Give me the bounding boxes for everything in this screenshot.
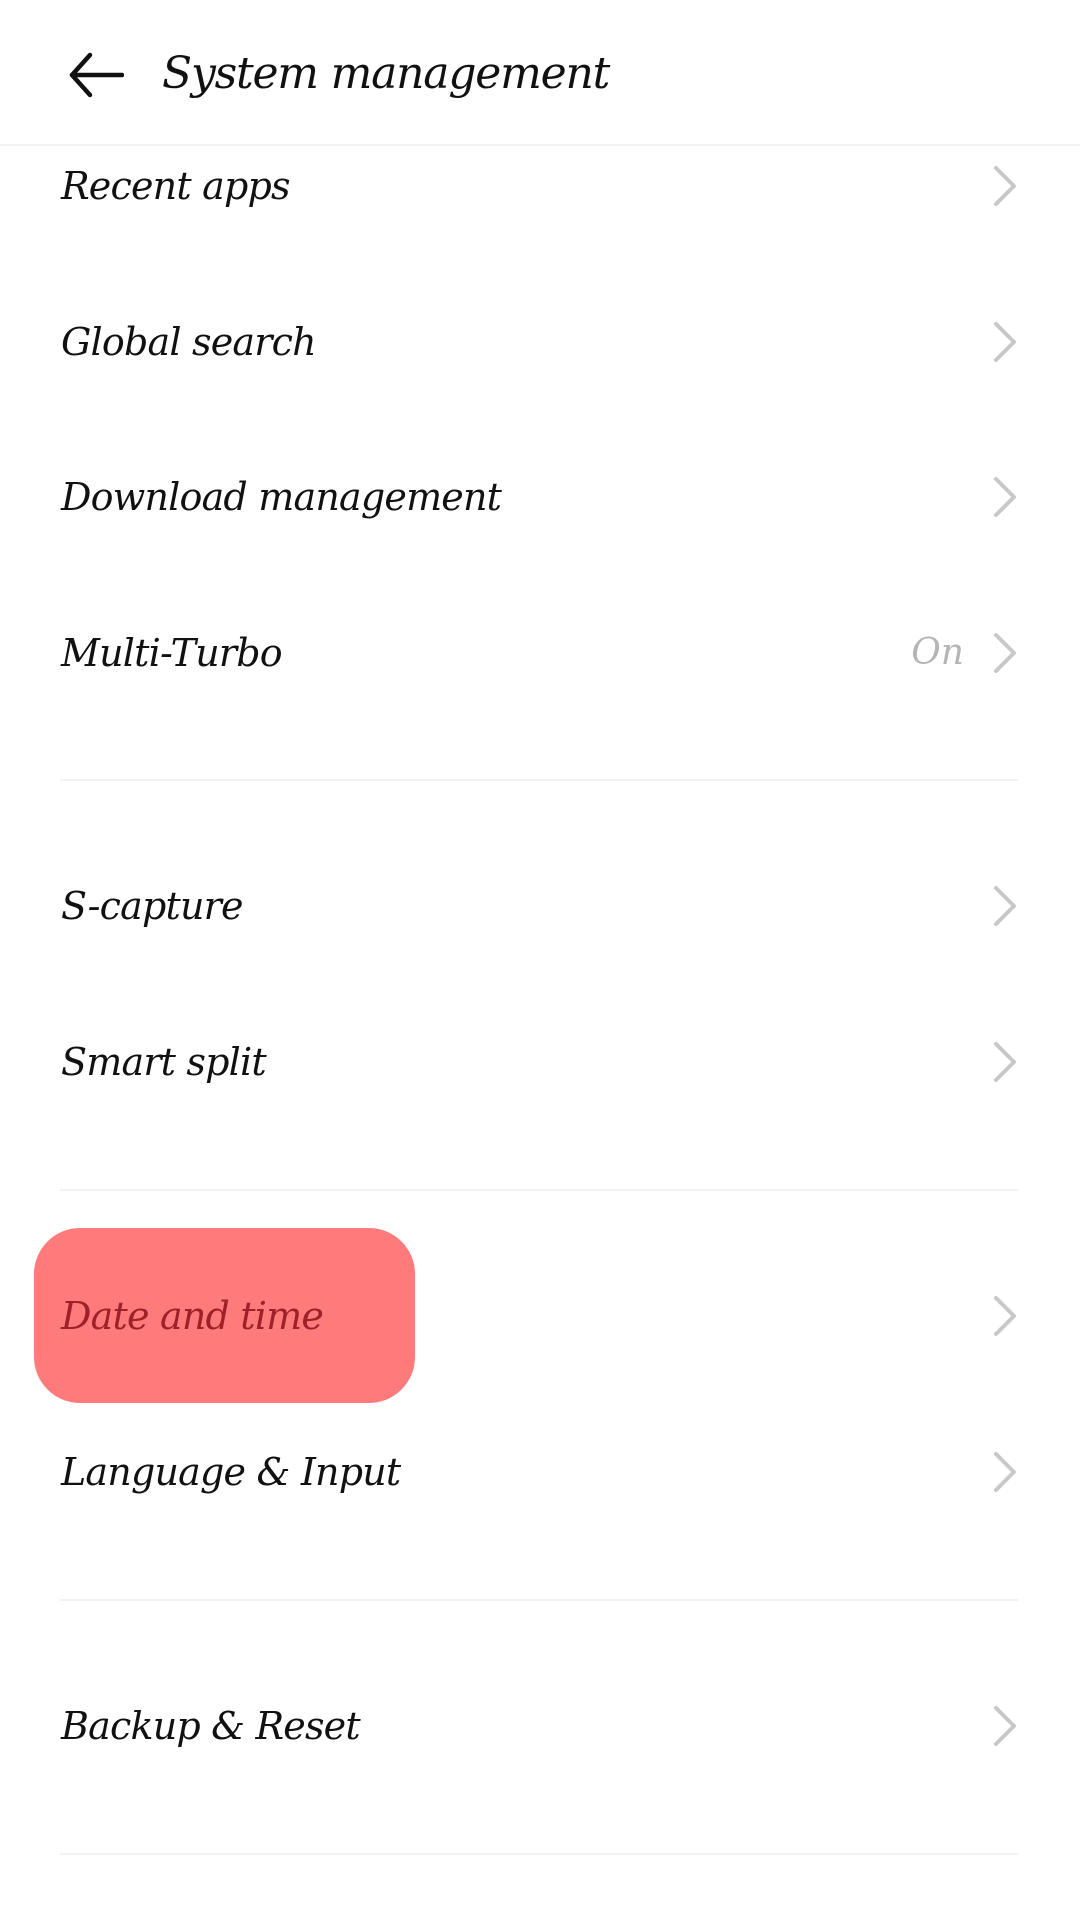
- chevron-right-icon: [994, 322, 1016, 362]
- list-item-s-capture[interactable]: S-capture: [0, 836, 1080, 976]
- chevron-right-icon: [994, 633, 1016, 673]
- chevron-right-icon: [994, 1296, 1016, 1336]
- section-divider: [60, 779, 1018, 781]
- list-item-label: Recent apps: [61, 164, 291, 208]
- settings-list: Recent apps Global search Download manag…: [0, 0, 1080, 1920]
- list-item-label: Backup & Reset: [61, 1704, 361, 1748]
- chevron-right-icon: [994, 886, 1016, 926]
- list-item-global-search[interactable]: Global search: [0, 272, 1080, 412]
- status-value: On: [911, 632, 964, 673]
- chevron-right-icon: [994, 1042, 1016, 1082]
- list-item-label: Multi-Turbo: [61, 631, 283, 675]
- app-bar: System management: [0, 0, 1080, 146]
- list-item-label: S-capture: [61, 884, 244, 928]
- list-item-backup-reset[interactable]: Backup & Reset: [0, 1656, 1080, 1796]
- section-divider: [60, 1189, 1018, 1191]
- list-item-label: Smart split: [61, 1040, 267, 1084]
- page-title: System management: [162, 48, 610, 99]
- list-item-smart-split[interactable]: Smart split: [0, 992, 1080, 1132]
- list-item-label: Date and time: [61, 1294, 324, 1338]
- section-divider: [60, 1599, 1018, 1601]
- list-item-language-input[interactable]: Language & Input: [0, 1402, 1080, 1542]
- chevron-right-icon: [994, 166, 1016, 206]
- chevron-right-icon: [994, 1452, 1016, 1492]
- list-item-label: Language & Input: [61, 1450, 401, 1494]
- chevron-right-icon: [994, 477, 1016, 517]
- list-item-label: Global search: [61, 320, 317, 364]
- list-item-date-and-time[interactable]: Date and time: [0, 1246, 1080, 1386]
- section-divider: [60, 1853, 1018, 1855]
- list-item-multi-turbo[interactable]: Multi-Turbo On: [0, 583, 1080, 723]
- arrow-left-icon: [69, 52, 124, 98]
- chevron-right-icon: [994, 1706, 1016, 1746]
- back-button[interactable]: [56, 40, 136, 110]
- list-item-label: Download management: [61, 475, 502, 519]
- list-item-download-management[interactable]: Download management: [0, 427, 1080, 567]
